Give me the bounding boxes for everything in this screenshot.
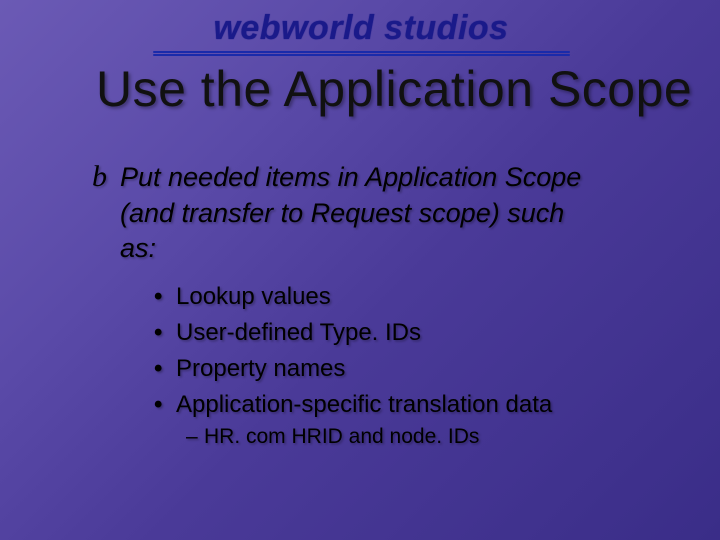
brand-logo: webworld studios (156, 6, 566, 50)
brand-logo-underline (153, 51, 570, 57)
bullet-dot-icon: • (154, 315, 176, 351)
list-item-label: User-defined Type. IDs (176, 319, 421, 346)
list-item-label: Application-specific translation data (176, 391, 552, 418)
list-item: –HR. com HRID and node. IDs (186, 425, 662, 449)
bullet-dot-icon: • (154, 351, 176, 387)
main-bullet: bPut needed items in Application Scope (… (92, 158, 662, 265)
list-item: •Property names (154, 351, 662, 387)
brand-logo-text: webworld studios (213, 9, 508, 48)
bullet-dot-icon: • (154, 279, 176, 315)
slide-title: Use the Application Scope (96, 60, 692, 118)
main-bullet-line3: as: (92, 231, 662, 266)
sub-bullet-list: •Lookup values •User-defined Type. IDs •… (92, 279, 662, 423)
bullet-marker-b: b (92, 158, 120, 196)
list-item: •Lookup values (154, 279, 662, 315)
list-item-label: Property names (176, 355, 345, 382)
list-item: •Application-specific translation data (154, 387, 662, 423)
main-bullet-line1: Put needed items in Application Scope (120, 162, 581, 192)
sub-sub-list: –HR. com HRID and node. IDs (92, 425, 662, 449)
list-item-label: Lookup values (176, 283, 331, 310)
list-item: •User-defined Type. IDs (154, 315, 662, 351)
bullet-dot-icon: • (154, 387, 176, 423)
list-item-label: HR. com HRID and node. IDs (204, 425, 479, 448)
slide-body: bPut needed items in Application Scope (… (92, 158, 662, 449)
dash-icon: – (186, 425, 204, 449)
main-bullet-line2: (and transfer to Request scope) such (92, 196, 662, 231)
